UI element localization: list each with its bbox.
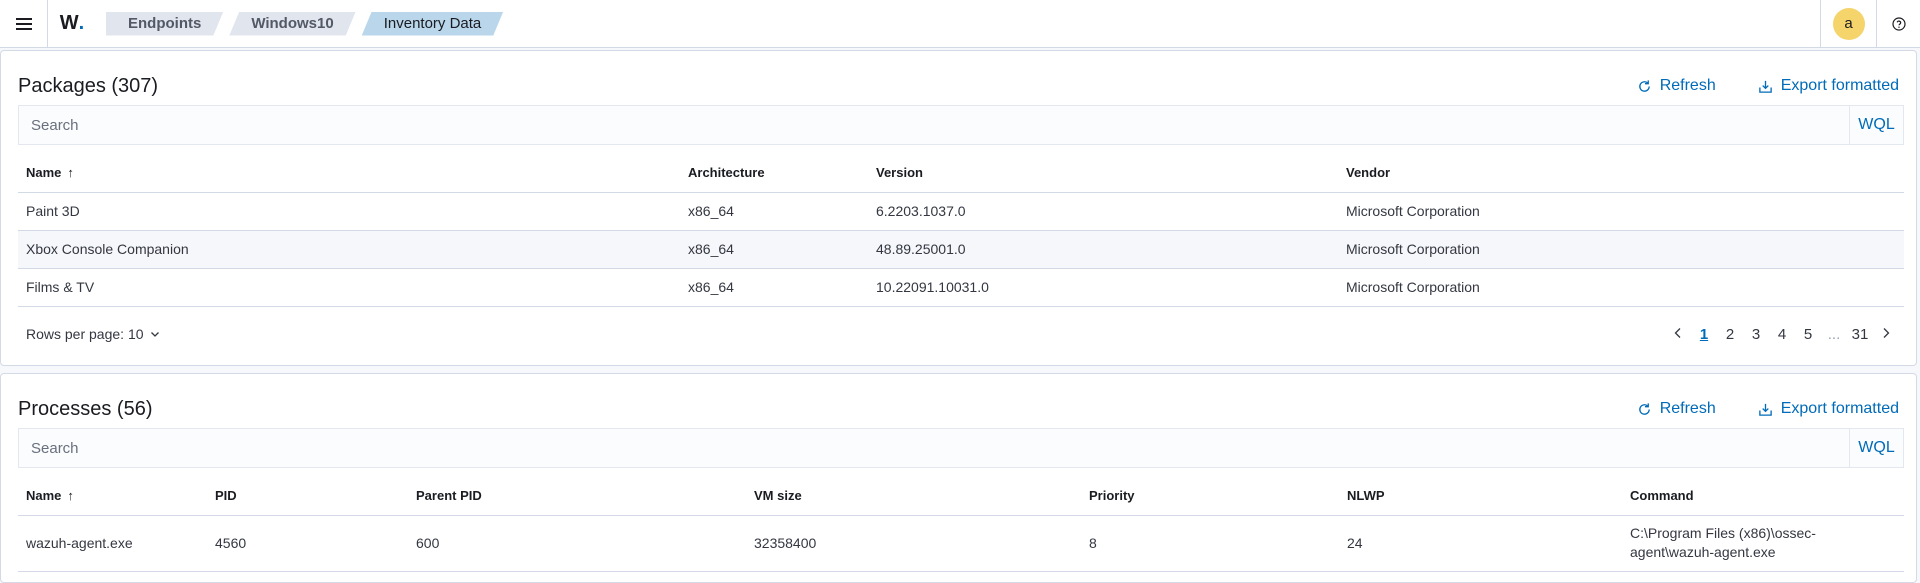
cell-priority: 8 — [1081, 515, 1339, 572]
page-button-5[interactable]: 5 — [1795, 326, 1821, 343]
menu-button[interactable] — [0, 0, 48, 48]
cell-name: Xbox Console Companion — [18, 230, 680, 269]
hamburger-menu-icon — [15, 17, 32, 30]
cell-version: 10.22091.10031.0 — [868, 268, 1338, 307]
processes-search-input[interactable] — [19, 429, 1849, 467]
help-button[interactable] — [1876, 0, 1920, 48]
export-icon — [1758, 80, 1772, 93]
refresh-icon — [1638, 79, 1650, 92]
user-menu[interactable]: a — [1820, 0, 1876, 48]
column-header-pid[interactable]: PID — [207, 477, 408, 516]
column-header-parent-pid[interactable]: Parent PID — [408, 477, 746, 516]
table-row[interactable]: Paint 3D x86_64 6.2203.1037.0 Microsoft … — [18, 192, 1904, 231]
processes-title: Processes (56) — [18, 397, 153, 420]
processes-refresh-button[interactable]: Refresh — [1637, 400, 1716, 418]
page-button-2[interactable]: 2 — [1717, 326, 1743, 343]
processes-table: Name ↑ PID Parent PID VM size Priority NL… — [18, 477, 1904, 572]
table-row[interactable]: Xbox Console Companion x86_64 48.89.2500… — [18, 230, 1904, 269]
rows-per-page-selector[interactable]: Rows per page: 10 — [26, 326, 160, 342]
column-header-priority[interactable]: Priority — [1081, 477, 1339, 516]
cell-name: Paint 3D — [18, 192, 680, 231]
table-row[interactable]: wazuh-agent.exe 4560 600 32358400 8 24 C… — [18, 515, 1904, 572]
pagination-ellipsis: ... — [1827, 325, 1841, 343]
cell-name: wazuh-agent.exe — [18, 515, 207, 572]
packages-table: Name ↑ Architecture Version Vendor Paint … — [18, 154, 1904, 307]
cell-vendor: Microsoft Corporation — [1338, 192, 1904, 231]
packages-panel: Packages (307) Refresh Export formatted … — [0, 50, 1917, 366]
cell-version: 6.2203.1037.0 — [868, 192, 1338, 231]
processes-panel: Processes (56) Refresh Export formatted … — [0, 373, 1917, 583]
table-header-row: Name ↑ Architecture Version Vendor — [18, 154, 1904, 193]
column-header-command[interactable]: Command — [1622, 477, 1904, 516]
cell-vm-size: 32358400 — [746, 515, 1081, 572]
page-button-4[interactable]: 4 — [1769, 326, 1795, 343]
processes-wql-button[interactable]: WQL — [1849, 429, 1903, 467]
breadcrumb: Endpoints Windows10 Inventory Data — [106, 12, 509, 36]
refresh-icon — [1638, 402, 1650, 415]
cell-name: Films & TV — [18, 268, 680, 307]
column-header-name[interactable]: Name ↑ — [18, 477, 207, 516]
cell-architecture: x86_64 — [680, 268, 868, 307]
column-header-nlwp[interactable]: NLWP — [1339, 477, 1622, 516]
page-button-1[interactable]: 1 — [1691, 326, 1717, 343]
cell-nlwp: 24 — [1339, 515, 1622, 572]
column-header-vendor[interactable]: Vendor — [1338, 154, 1904, 193]
cell-vendor: Microsoft Corporation — [1338, 230, 1904, 269]
sort-ascending-icon: ↑ — [67, 488, 74, 504]
cell-vendor: Microsoft Corporation — [1338, 268, 1904, 307]
chevron-down-icon — [150, 332, 159, 337]
help-icon — [1891, 16, 1906, 31]
packages-search-input[interactable] — [19, 106, 1849, 144]
cell-parent-pid: 600 — [408, 515, 746, 572]
export-icon — [1758, 403, 1772, 416]
packages-title: Packages (307) — [18, 74, 159, 97]
sort-ascending-icon: ↑ — [67, 165, 74, 181]
wazuh-logo[interactable]: W. — [48, 0, 96, 48]
processes-search-bar: WQL — [18, 428, 1904, 468]
chevron-left-icon — [1674, 327, 1681, 338]
top-navigation-bar: W. Endpoints Windows10 Inventory Data a — [0, 0, 1920, 48]
packages-export-button[interactable]: Export formatted — [1758, 77, 1899, 95]
cell-architecture: x86_64 — [680, 230, 868, 269]
table-header-row: Name ↑ PID Parent PID VM size Priority NL… — [18, 477, 1904, 516]
column-header-name[interactable]: Name ↑ — [18, 154, 680, 193]
cell-command: C:\Program Files (x86)\ossec-agent\wazuh… — [1622, 515, 1904, 572]
cell-architecture: x86_64 — [680, 192, 868, 231]
breadcrumb-windows10[interactable]: Windows10 — [229, 12, 355, 36]
page-button-3[interactable]: 3 — [1743, 326, 1769, 343]
packages-refresh-button[interactable]: Refresh — [1637, 77, 1716, 95]
packages-search-bar: WQL — [18, 105, 1904, 145]
page-button-last[interactable]: 31 — [1847, 326, 1873, 343]
cell-version: 48.89.25001.0 — [868, 230, 1338, 269]
packages-wql-button[interactable]: WQL — [1849, 106, 1903, 144]
pagination: 1 2 3 4 5 ... 31 — [1665, 326, 1899, 343]
column-header-version[interactable]: Version — [868, 154, 1338, 193]
column-header-vm-size[interactable]: VM size — [746, 477, 1081, 516]
previous-page-button[interactable] — [1665, 326, 1691, 343]
table-row[interactable]: Films & TV x86_64 10.22091.10031.0 Micro… — [18, 268, 1904, 307]
column-header-architecture[interactable]: Architecture — [680, 154, 868, 193]
cell-pid: 4560 — [207, 515, 408, 572]
breadcrumb-inventory-data: Inventory Data — [362, 12, 504, 36]
chevron-right-icon — [1883, 327, 1890, 338]
processes-export-button[interactable]: Export formatted — [1758, 400, 1899, 418]
next-page-button[interactable] — [1873, 326, 1899, 343]
avatar[interactable]: a — [1832, 7, 1865, 40]
breadcrumb-endpoints[interactable]: Endpoints — [106, 12, 223, 36]
